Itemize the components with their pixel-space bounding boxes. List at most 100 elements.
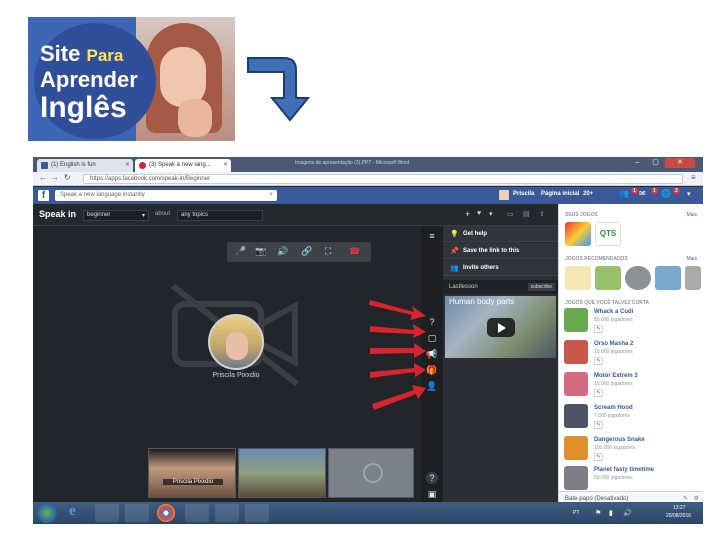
facebook-logo-icon[interactable]: f	[38, 190, 49, 201]
facebook-search-input[interactable]: Speak a new language instantly ⌕	[55, 190, 277, 201]
game-icon[interactable]	[655, 266, 681, 290]
network-icon[interactable]: ▮	[609, 509, 613, 517]
home-link[interactable]: Página inicial	[541, 191, 579, 197]
word-icon[interactable]	[185, 504, 209, 522]
lesson-video[interactable]: Human body parts	[445, 296, 556, 358]
get-help-item[interactable]: 💡 Get help	[443, 226, 558, 242]
settings-icon[interactable]: ⚙	[694, 495, 699, 502]
app-icon[interactable]	[245, 504, 269, 522]
list-item[interactable]: Scream Hood 7.000 jogadores ✎	[564, 404, 696, 434]
flag-icon[interactable]: ⚑	[595, 509, 601, 517]
clock-date[interactable]: 20/08/2016	[666, 513, 691, 519]
globe-icon[interactable]: 🌐	[661, 189, 671, 198]
forward-icon[interactable]: →	[51, 173, 59, 182]
list-item[interactable]: Motor Extrem 3 10.000 jogadores ✎	[564, 372, 696, 402]
play-game-icon[interactable]: ✎	[594, 357, 603, 365]
game-icon[interactable]	[565, 266, 591, 290]
minimize-icon[interactable]: –	[629, 158, 646, 168]
play-game-icon[interactable]: ✎	[594, 389, 603, 397]
camera-off-icon[interactable]: 📷	[255, 246, 266, 257]
play-game-icon[interactable]: ✎	[594, 421, 603, 429]
game-name[interactable]: Planet fasty timetime	[594, 467, 654, 473]
reload-icon[interactable]: ↻	[64, 173, 71, 182]
friends-icon[interactable]: 👥	[619, 189, 629, 198]
subscribe-button[interactable]: subscribe	[527, 283, 555, 291]
question-icon[interactable]: ?	[426, 472, 438, 484]
messages-icon[interactable]: ✉	[639, 189, 646, 198]
empty-slot-thumbnail[interactable]	[328, 448, 414, 498]
game-icon[interactable]: QTS	[595, 222, 621, 246]
clock-time[interactable]: 13:27	[673, 505, 686, 511]
fullscreen-icon[interactable]: ⛶	[325, 246, 331, 257]
chevron-down-icon[interactable]: ▾	[489, 210, 493, 218]
add-icon[interactable]: +	[465, 209, 470, 219]
level-select[interactable]: beginner ▾	[83, 210, 149, 221]
call-controls: 🎤 📷 🔊 🔗 ⛶ ☎	[227, 242, 371, 262]
maybe-like-heading: JOGOS QUE VOCÊ TALVEZ CURTA	[565, 300, 650, 306]
search-icon[interactable]: ⌕	[269, 191, 273, 199]
user-name-link[interactable]: Priscila	[513, 191, 534, 197]
tab-english-is-fun[interactable]: (1) English is fun ✕	[37, 159, 133, 172]
list-item[interactable]: Whack a Cudi 50.000 jogadores ✎	[564, 308, 696, 338]
game-name[interactable]: Motor Extrem 3	[594, 373, 638, 379]
game-icon[interactable]	[625, 266, 651, 290]
volume-icon[interactable]: 🔊	[623, 509, 632, 517]
powerpoint-icon[interactable]	[215, 504, 239, 522]
topic-select[interactable]: any topics	[177, 210, 263, 221]
play-game-icon[interactable]: ✎	[594, 453, 603, 461]
url-input[interactable]: https://apps.facebook.com/speak-in/Begin…	[83, 174, 683, 184]
list-item[interactable]: Orso Masha 2 10.000 jogadores ✎	[564, 340, 696, 370]
file-explorer-icon[interactable]	[95, 504, 119, 522]
game-name[interactable]: Scream Hood	[594, 405, 633, 411]
chat-icon[interactable]: ▤	[523, 210, 530, 218]
participant-avatar[interactable]	[208, 314, 264, 370]
tab-speak-in[interactable]: (3) Speak a new lang... ✕	[135, 159, 231, 172]
self-view-thumbnail[interactable]: Priscila Pixxdio	[148, 448, 236, 498]
close-tab-icon[interactable]: ✕	[125, 161, 130, 168]
game-players: 100.000 jogadores	[594, 445, 636, 451]
thumbnail-image: Site Para Aprender Inglês	[28, 17, 235, 141]
list-item[interactable]: Dangerous Snake 100.000 jogadores ✎	[564, 436, 696, 466]
start-button-icon[interactable]	[37, 503, 57, 523]
close-tab-icon[interactable]: ✕	[223, 161, 228, 168]
maximize-icon[interactable]: ▢	[647, 158, 664, 168]
game-name[interactable]: Whack a Cudi	[594, 309, 633, 315]
link-icon[interactable]: 🔗	[301, 246, 312, 257]
edit-icon[interactable]: ✎	[683, 495, 688, 502]
close-window-icon[interactable]: ✕	[665, 158, 695, 168]
game-name[interactable]: Dangerous Snake	[594, 437, 645, 443]
invite-others-item[interactable]: 👥 Invite others	[443, 260, 558, 276]
more-link[interactable]: Mais	[686, 212, 697, 218]
volume-icon[interactable]: 🔊	[277, 246, 288, 257]
heart-icon[interactable]: ♥	[477, 210, 481, 217]
more-link[interactable]: Mais	[686, 256, 697, 262]
account-menu-icon[interactable]: ▾	[687, 190, 691, 198]
chrome-icon[interactable]	[157, 504, 175, 522]
game-icon[interactable]	[685, 266, 701, 290]
chat-bubble-icon	[363, 463, 383, 483]
save-link-item[interactable]: 📌 Save the link to this	[443, 243, 558, 259]
back-icon[interactable]: ←	[39, 173, 47, 182]
internet-explorer-icon[interactable]: e	[69, 503, 76, 520]
menu-icon[interactable]: ≡	[426, 230, 438, 242]
game-name[interactable]: Orso Masha 2	[594, 341, 633, 347]
play-icon[interactable]	[487, 318, 515, 337]
avatar[interactable]	[499, 190, 509, 200]
game-icon[interactable]	[565, 222, 591, 246]
hang-up-icon[interactable]: ☎	[349, 246, 360, 257]
facebook-favicon-icon	[41, 162, 48, 169]
media-player-icon[interactable]	[125, 504, 149, 522]
red-arrow-icon	[370, 324, 426, 338]
book-icon[interactable]: ▣	[426, 488, 438, 500]
play-game-icon[interactable]: ✎	[594, 325, 603, 333]
game-players: 50.000 jogadores	[594, 475, 633, 481]
thumbnail-line3: Inglês	[40, 91, 127, 124]
mute-mic-icon[interactable]: 🎤	[235, 246, 246, 257]
menu-icon[interactable]: ≡	[691, 173, 696, 182]
language-indicator[interactable]: PT	[573, 510, 579, 516]
screen-icon[interactable]: ▭	[507, 210, 514, 218]
game-icon[interactable]	[595, 266, 621, 290]
share-icon[interactable]: ⇪	[539, 210, 545, 218]
speakin-favicon-icon	[139, 162, 146, 169]
participant-thumbnail[interactable]	[238, 448, 326, 498]
